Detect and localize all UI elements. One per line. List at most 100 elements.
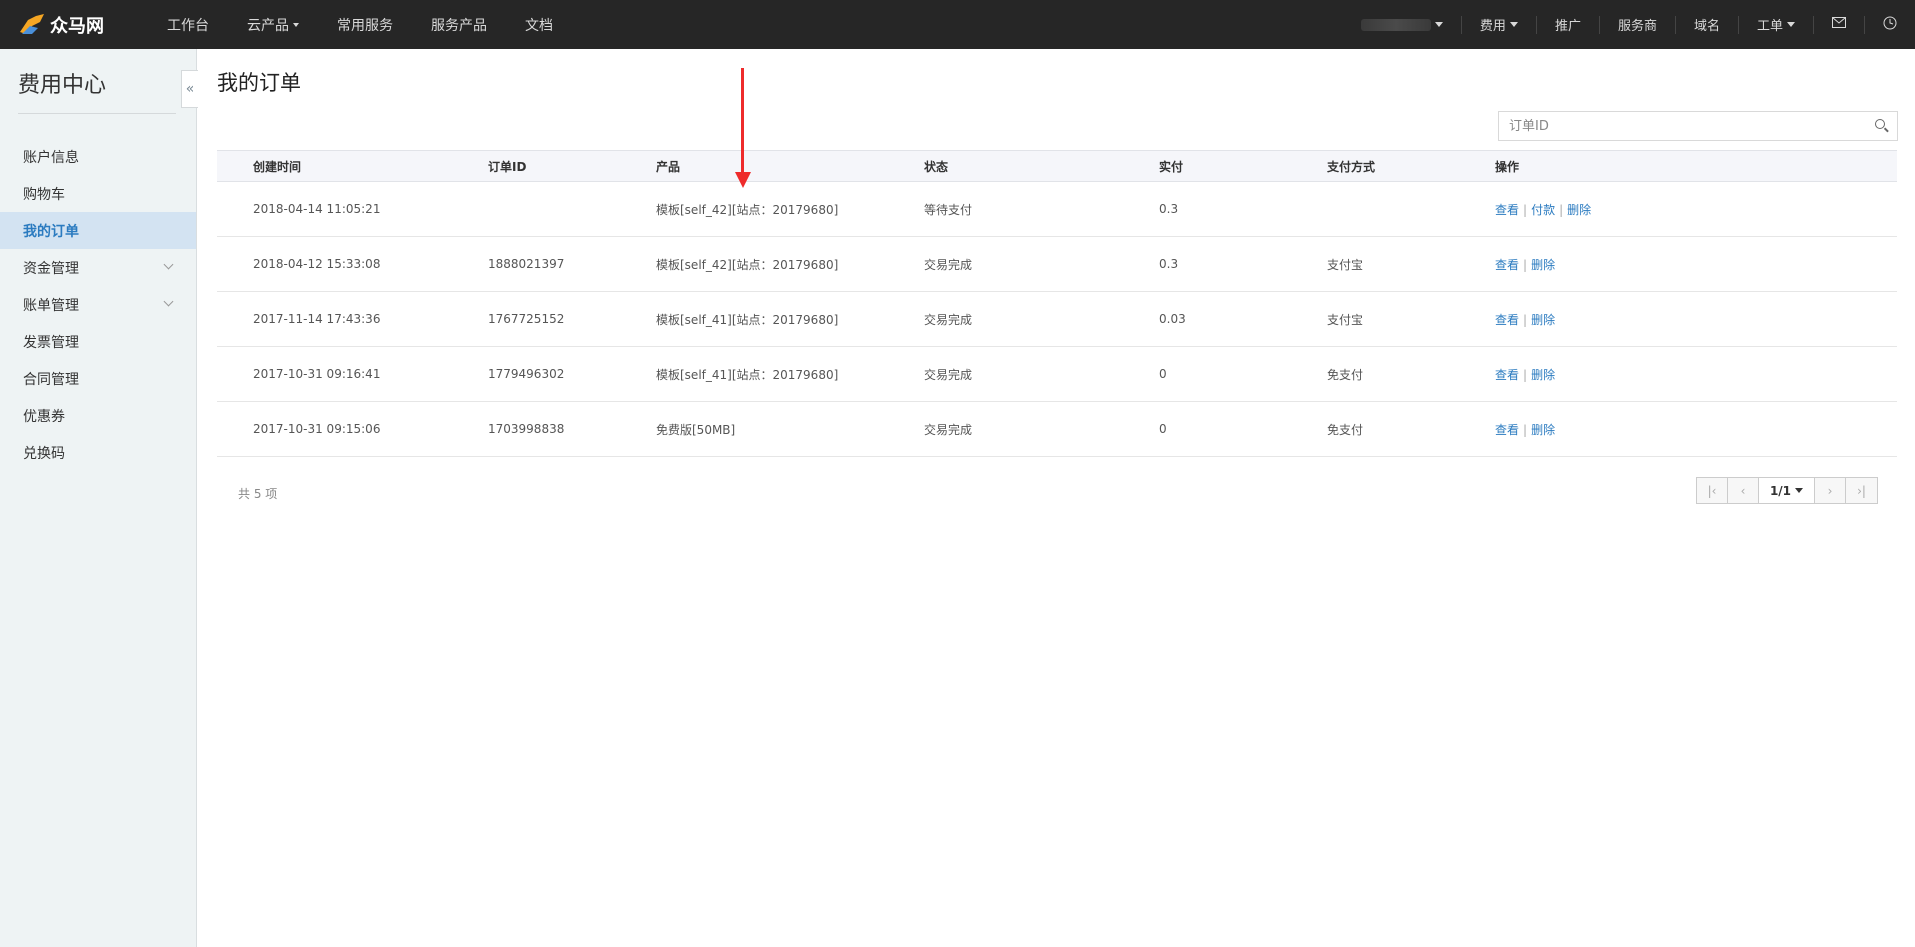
sidebar-item-label: 兑换码 [23, 445, 65, 462]
logo-text: 众马网 [50, 15, 104, 37]
fee-label: 费用 [1479, 19, 1506, 34]
pay-method-cell: 免支付 [1327, 401, 1495, 457]
status-cell: 等待支付 [924, 181, 1159, 237]
clock-icon [1883, 16, 1897, 34]
sidebar: 费用中心 « 账户信息 购物车 我的订单 资金管理 账单管理 发票管理 合同管理… [0, 49, 198, 947]
product-cell: 模板[self_41][站点：20179680] [656, 346, 924, 402]
delete-link[interactable]: 删除 [1531, 313, 1555, 327]
view-link[interactable]: 查看 [1495, 313, 1519, 327]
created-time-cell: 2017-10-31 09:15:06 [253, 401, 488, 457]
pay-method-cell [1327, 181, 1495, 237]
nav-item[interactable]: 云产品 [228, 0, 318, 49]
fee-menu[interactable]: 费用 [1462, 15, 1537, 34]
ticket-label: 工单 [1756, 19, 1783, 34]
sidebar-item-contracts[interactable]: 合同管理 [0, 360, 196, 397]
main-content: 我的订单 创建时间 订单ID 产品 状态 实付 支付方式 操作 2018-04-… [198, 49, 1915, 947]
sidebar-menu: 账户信息 购物车 我的订单 资金管理 账单管理 发票管理 合同管理 优惠券 兑换… [0, 138, 196, 471]
status-cell: 交易完成 [924, 236, 1159, 292]
column-header-pay-method: 支付方式 [1327, 150, 1495, 182]
sidebar-item-coupons[interactable]: 优惠券 [0, 397, 196, 434]
mail-button[interactable] [1814, 15, 1865, 34]
prev-page-button[interactable]: ‹ [1728, 478, 1759, 503]
sidebar-item-label: 账户信息 [23, 149, 79, 166]
history-button[interactable] [1865, 16, 1915, 34]
nav-item[interactable]: 常用服务 [318, 0, 412, 49]
first-page-icon: |‹ [1707, 483, 1717, 498]
order-id-search-input[interactable] [1499, 112, 1867, 140]
action-separator: | [1523, 422, 1528, 437]
view-link[interactable]: 查看 [1495, 203, 1519, 217]
annotation-arrow-head-icon [735, 172, 751, 188]
nav-item[interactable]: 工作台 [148, 0, 228, 49]
view-link[interactable]: 查看 [1495, 423, 1519, 437]
ticket-menu[interactable]: 工单 [1739, 15, 1814, 34]
sidebar-item-my-orders[interactable]: 我的订单 [0, 212, 196, 249]
nav-item[interactable]: 服务产品 [412, 0, 506, 49]
delete-link[interactable]: 删除 [1531, 258, 1555, 272]
status-cell: 交易完成 [924, 291, 1159, 347]
chevron-down-icon [1787, 22, 1795, 27]
order-id-cell [488, 181, 656, 237]
domain-link[interactable]: 域名 [1676, 15, 1739, 34]
nav-item[interactable]: 文档 [506, 0, 572, 49]
action-separator: | [1523, 312, 1528, 327]
row-spacer [217, 181, 253, 237]
sidebar-item-label: 优惠券 [23, 408, 65, 425]
promote-link[interactable]: 推广 [1537, 15, 1600, 34]
user-menu[interactable] [1343, 15, 1462, 34]
search-icon[interactable] [1867, 112, 1897, 140]
pay-link[interactable]: 付款 [1531, 203, 1555, 217]
nav-item-label: 常用服务 [337, 17, 393, 34]
sidebar-item-redeem-codes[interactable]: 兑换码 [0, 434, 196, 471]
actions-cell: 查看 | 删除 [1495, 291, 1897, 347]
table-header-row: 创建时间 订单ID 产品 状态 实付 支付方式 操作 [217, 150, 1897, 182]
sidebar-item-funds[interactable]: 资金管理 [0, 249, 196, 286]
pagination: |‹ ‹ 1/1 › ›| [1696, 477, 1878, 504]
pay-method-cell: 免支付 [1327, 346, 1495, 402]
created-time-cell: 2017-10-31 09:16:41 [253, 346, 488, 402]
chevron-down-icon [1434, 22, 1443, 27]
logo[interactable]: 众马网 [18, 12, 128, 38]
nav-item-label: 工作台 [167, 17, 209, 34]
column-header-status: 状态 [924, 150, 1159, 182]
collapse-sidebar-button[interactable]: « [181, 70, 198, 108]
nav-item-label: 云产品 [247, 17, 289, 34]
chevron-down-icon [163, 259, 174, 270]
sidebar-item-account-info[interactable]: 账户信息 [0, 138, 196, 175]
provider-link[interactable]: 服务商 [1600, 15, 1676, 34]
delete-link[interactable]: 删除 [1531, 368, 1555, 382]
column-header-paid: 实付 [1159, 150, 1327, 182]
last-page-button[interactable]: ›| [1846, 478, 1877, 503]
sidebar-item-cart[interactable]: 购物车 [0, 175, 196, 212]
status-cell: 交易完成 [924, 346, 1159, 402]
chevron-right-icon: › [1827, 483, 1833, 498]
row-spacer [217, 401, 253, 457]
actions-cell: 查看 | 删除 [1495, 401, 1897, 457]
row-spacer [217, 291, 253, 347]
table-row: 2017-10-31 09:16:41 1779496302 模板[self_41]… [217, 346, 1897, 402]
chevron-down-icon [293, 22, 299, 27]
delete-link[interactable]: 删除 [1531, 423, 1555, 437]
paid-amount-cell: 0 [1159, 346, 1327, 402]
sidebar-item-bills[interactable]: 账单管理 [0, 286, 196, 323]
product-cell: 模板[self_42][站点：20179680] [656, 236, 924, 292]
created-time-cell: 2018-04-12 15:33:08 [253, 236, 488, 292]
pay-method-cell: 支付宝 [1327, 236, 1495, 292]
sidebar-item-invoices[interactable]: 发票管理 [0, 323, 196, 360]
next-page-button[interactable]: › [1815, 478, 1846, 503]
mail-icon [1832, 17, 1846, 32]
page-select[interactable]: 1/1 [1759, 478, 1815, 503]
row-spacer [217, 346, 253, 402]
delete-link[interactable]: 删除 [1567, 203, 1591, 217]
sidebar-title: 费用中心 [18, 67, 176, 114]
main-nav: 工作台 云产品 常用服务 服务产品 文档 [148, 0, 572, 49]
first-page-button[interactable]: |‹ [1697, 478, 1728, 503]
chevron-down-icon [163, 296, 174, 307]
actions-cell: 查看 | 删除 [1495, 346, 1897, 402]
top-navbar: 众马网 工作台 云产品 常用服务 服务产品 文档 费用 推广 服务商 域名 工单 [0, 0, 1915, 49]
annotation-arrow-shaft [741, 68, 744, 180]
sidebar-item-label: 发票管理 [23, 334, 79, 351]
view-link[interactable]: 查看 [1495, 368, 1519, 382]
column-header-order-id: 订单ID [488, 150, 656, 182]
view-link[interactable]: 查看 [1495, 258, 1519, 272]
